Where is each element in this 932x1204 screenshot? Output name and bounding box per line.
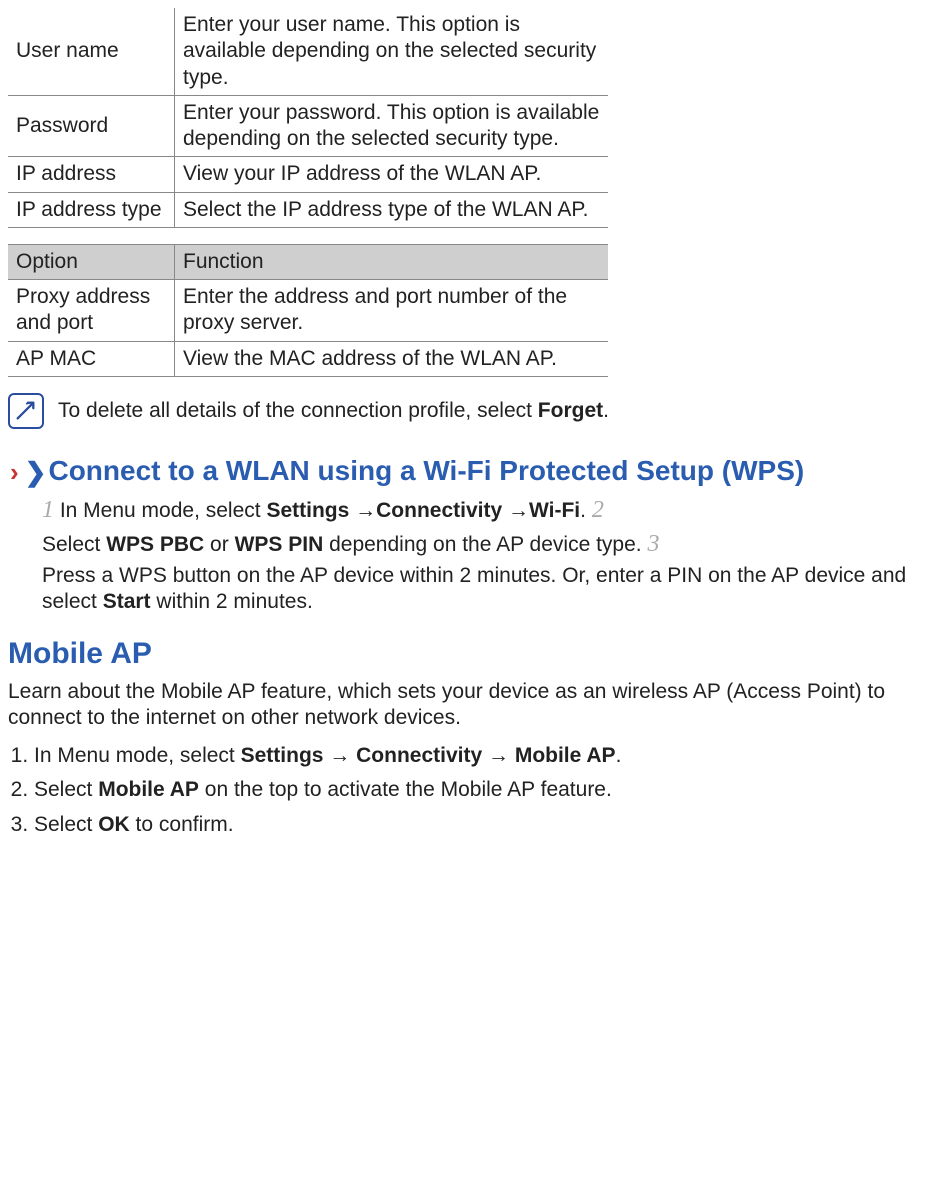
options-table-2: Option Function Proxy address and port E… (8, 244, 608, 377)
bold-ok: OK (98, 813, 130, 836)
chevron-right-icon: › (10, 457, 19, 487)
table-row: AP MAC View the MAC address of the WLAN … (8, 341, 608, 376)
note-bold: Forget (538, 399, 603, 422)
note-text: To delete all details of the connection … (58, 398, 609, 424)
table-row: Password Enter your password. This optio… (8, 95, 608, 157)
wps-step-line: 1 In Menu mode, select Settings →Connect… (42, 495, 922, 525)
note-text-pre: To delete all details of the connection … (58, 399, 538, 422)
bold-mobile-ap: Mobile AP (98, 778, 199, 801)
wps-steps: 1 In Menu mode, select Settings →Connect… (42, 495, 922, 616)
bold-wifi: Wi-Fi (529, 499, 580, 522)
chevron-right-bold-icon: ❯ (25, 457, 47, 487)
function-cell: View your IP address of the WLAN AP. (175, 157, 609, 192)
text: or (204, 533, 234, 556)
list-item: In Menu mode, select Settings → Connecti… (34, 739, 922, 773)
wps-step-line: Select WPS PBC or WPS PIN depending on t… (42, 529, 922, 559)
step-number: 2 (592, 497, 604, 523)
option-cell: Proxy address and port (8, 280, 175, 342)
table-row: Proxy address and port Enter the address… (8, 280, 608, 342)
function-cell: Enter your password. This option is avai… (175, 95, 609, 157)
arrow: → (482, 744, 515, 767)
mobile-ap-steps: In Menu mode, select Settings → Connecti… (8, 739, 922, 842)
bold-connectivity: Connectivity (376, 499, 502, 522)
text: In Menu mode, select (34, 744, 241, 767)
list-item: Select Mobile AP on the top to activate … (34, 773, 922, 807)
text: to confirm. (130, 813, 234, 836)
note-text-post: . (603, 399, 609, 422)
table-row: User name Enter your user name. This opt… (8, 8, 608, 95)
text: Select (34, 778, 98, 801)
options-table-1: User name Enter your user name. This opt… (8, 8, 608, 228)
text: Select (34, 813, 98, 836)
wps-heading-text: Connect to a WLAN using a Wi-Fi Protecte… (48, 455, 804, 486)
table-row: IP address View your IP address of the W… (8, 157, 608, 192)
arrow: → (502, 499, 529, 522)
header-function: Function (175, 244, 609, 279)
option-cell: IP address (8, 157, 175, 192)
header-option: Option (8, 244, 175, 279)
bold-settings: Settings (241, 744, 324, 767)
text: In Menu mode, select (54, 499, 266, 522)
wps-step-line: Press a WPS button on the AP device with… (42, 563, 922, 616)
function-cell: Enter the address and port number of the… (175, 280, 609, 342)
bold-mobile-ap: Mobile AP (515, 744, 616, 767)
note-callout: To delete all details of the connection … (8, 393, 922, 429)
function-cell: Enter your user name. This option is ava… (175, 8, 609, 95)
option-cell: Password (8, 95, 175, 157)
text: within 2 minutes. (151, 590, 313, 613)
option-cell: AP MAC (8, 341, 175, 376)
option-cell: User name (8, 8, 175, 95)
bold-connectivity: Connectivity (356, 744, 482, 767)
text: . (580, 499, 592, 522)
bold-wps-pbc: WPS PBC (106, 533, 204, 556)
arrow: → (323, 744, 356, 767)
table-row: IP address type Select the IP address ty… (8, 192, 608, 227)
mobile-ap-intro: Learn about the Mobile AP feature, which… (8, 679, 922, 732)
note-icon (8, 393, 44, 429)
bold-settings: Settings (266, 499, 349, 522)
table-header-row: Option Function (8, 244, 608, 279)
text: . (616, 744, 622, 767)
list-item: Select OK to confirm. (34, 808, 922, 842)
arrow: → (349, 499, 376, 522)
text: depending on the AP device type. (323, 533, 647, 556)
text: Select (42, 533, 106, 556)
function-cell: Select the IP address type of the WLAN A… (175, 192, 609, 227)
step-number: 1 (42, 497, 54, 523)
step-number: 3 (647, 531, 659, 557)
wps-heading: ›❯Connect to a WLAN using a Wi-Fi Protec… (8, 453, 922, 489)
function-cell: View the MAC address of the WLAN AP. (175, 341, 609, 376)
mobile-ap-heading: Mobile AP (8, 635, 922, 673)
option-cell: IP address type (8, 192, 175, 227)
bold-start: Start (103, 590, 151, 613)
bold-wps-pin: WPS PIN (235, 533, 324, 556)
text: on the top to activate the Mobile AP fea… (199, 778, 612, 801)
